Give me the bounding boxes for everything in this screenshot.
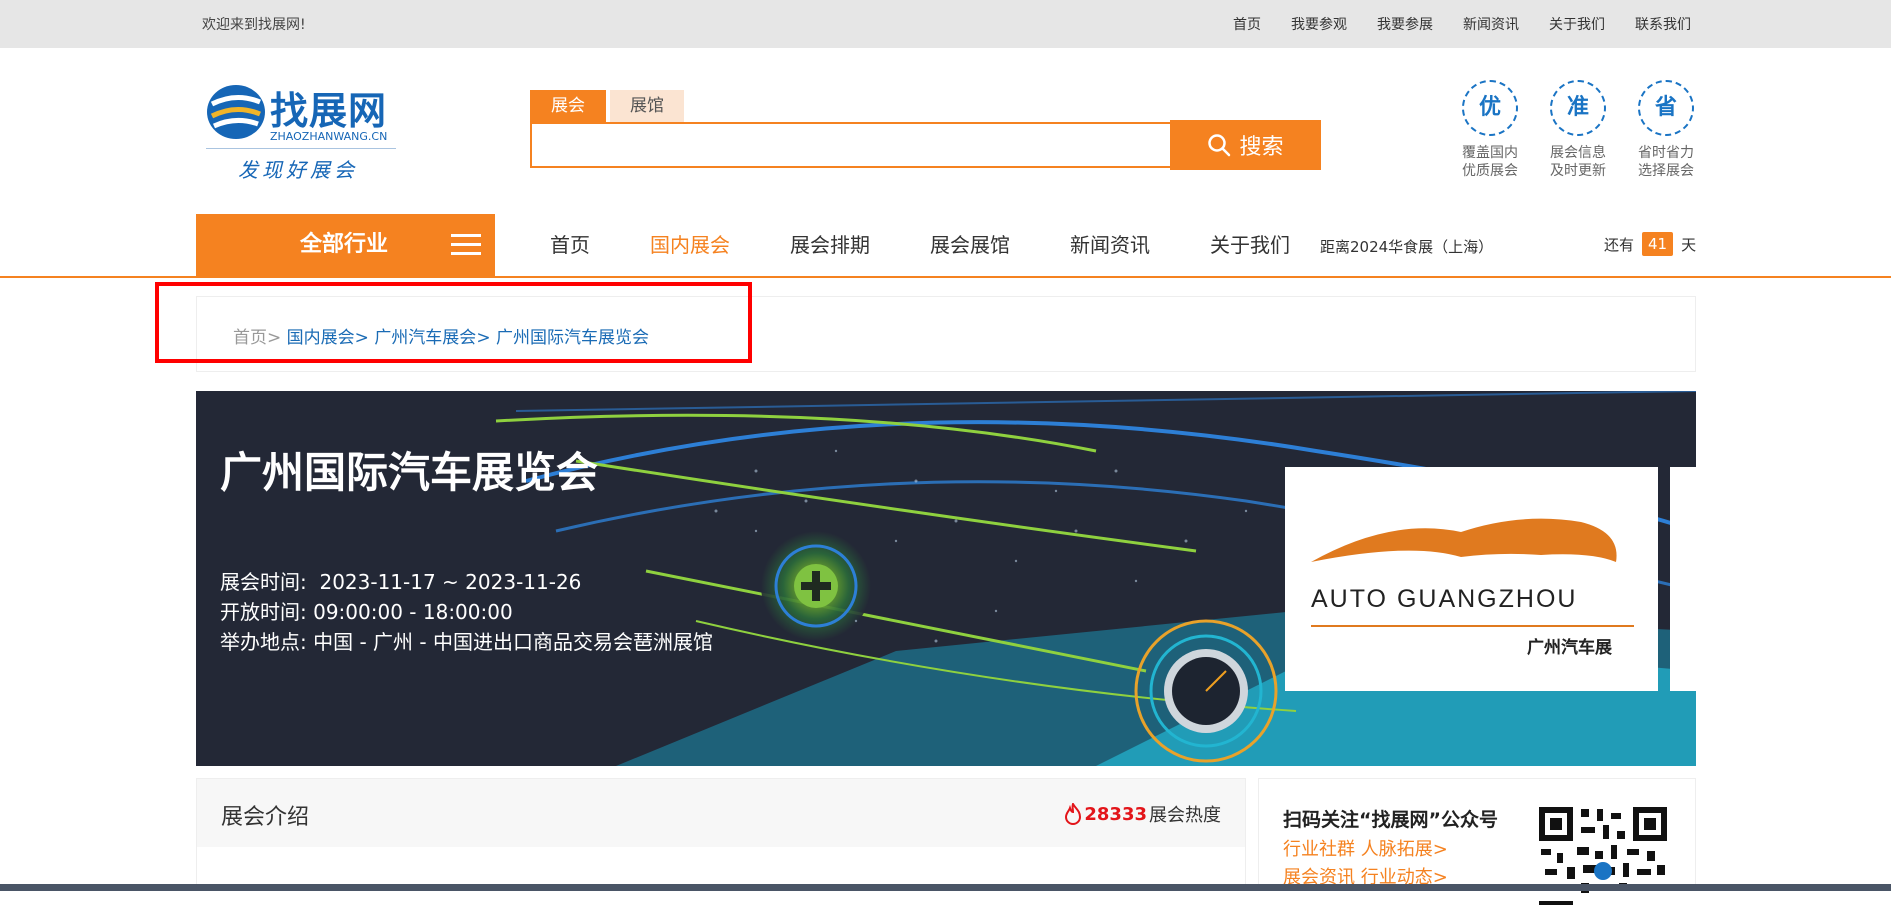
nav-item-about[interactable]: 关于我们 <box>1210 214 1290 276</box>
window-bottom-edge <box>0 884 1891 891</box>
search-input[interactable] <box>530 122 1170 168</box>
nav-item-home[interactable]: 首页 <box>550 214 590 276</box>
logo-divider <box>206 148 396 149</box>
nav-item-venues[interactable]: 展会展馆 <box>930 214 1010 276</box>
heat-label: 展会热度 <box>1149 805 1221 826</box>
welcome-text: 欢迎来到找展网! <box>202 17 306 33</box>
place-value: 中国 - 广州 - 中国进出口商品交易会琶洲展馆 <box>313 630 713 654</box>
intro-panel: 展会介绍 28333 展会热度 <box>196 778 1246 891</box>
banner-edge-strip <box>1670 467 1696 691</box>
quality-badge-icon: 优 <box>1462 80 1518 136</box>
main-nav: 全部行业 首页 国内展会 展会排期 展会展馆 新闻资讯 关于我们 距离2024华… <box>0 214 1891 278</box>
feature-accurate-line2: 及时更新 <box>1550 163 1606 179</box>
exhibition-logo-divider <box>1311 625 1634 627</box>
countdown-days-badge: 41 <box>1642 232 1674 256</box>
heat-indicator: 28333 展会热度 <box>1064 801 1221 827</box>
open-label: 开放时间: <box>220 600 307 624</box>
nav-item-news[interactable]: 新闻资讯 <box>1070 214 1150 276</box>
feature-save-line1: 省时省力 <box>1638 145 1694 161</box>
top-link-visit[interactable]: 我要参观 <box>1291 14 1347 34</box>
save-badge-icon: 省 <box>1638 80 1694 136</box>
logo-slogan: 发现好展会 <box>238 158 358 182</box>
countdown: 还有 41 天 <box>1604 232 1696 256</box>
all-industries-label: 全部行业 <box>300 232 389 257</box>
exhibition-banner: 广州国际汽车展览会 展会时间: 2023-11-17 ~ 2023-11-26 … <box>196 391 1696 766</box>
search-icon <box>1208 134 1231 157</box>
heat-value: 28333 <box>1084 803 1147 825</box>
qr-link-community[interactable]: 行业社群 人脉拓展> <box>1283 835 1448 861</box>
list-menu-icon <box>451 234 481 261</box>
feature-quality-line1: 覆盖国内 <box>1462 145 1518 161</box>
feature-save: 省 省时省力选择展会 <box>1635 80 1697 180</box>
countdown-suffix: 天 <box>1681 235 1697 254</box>
feature-quality: 优 覆盖国内优质展会 <box>1459 80 1521 180</box>
top-link-contact[interactable]: 联系我们 <box>1635 14 1691 34</box>
logo-domain: ZHAOZHANWANG.CN <box>270 130 388 143</box>
nav-items: 首页 国内展会 展会排期 展会展馆 新闻资讯 关于我们 <box>550 214 1315 276</box>
search-tab-venue[interactable]: 展馆 <box>610 90 684 122</box>
flame-icon <box>1065 803 1082 825</box>
time-label: 展会时间: <box>220 570 307 594</box>
top-link-home[interactable]: 首页 <box>1233 14 1261 34</box>
search-button[interactable]: 搜索 <box>1170 120 1321 170</box>
top-links: 首页 我要参观 我要参展 新闻资讯 关于我们 联系我们 <box>1233 14 1691 34</box>
accurate-badge-icon: 准 <box>1550 80 1606 136</box>
search-button-label: 搜索 <box>1239 135 1284 160</box>
top-bar: 欢迎来到找展网! 首页 我要参观 我要参展 新闻资讯 关于我们 联系我们 <box>0 0 1891 48</box>
nav-item-schedule[interactable]: 展会排期 <box>790 214 870 276</box>
site-logo[interactable]: 找展网 ZHAOZHANWANG.CN 发现好展会 <box>206 80 401 184</box>
search-tabs: 展会 展馆 <box>530 90 1321 122</box>
exhibition-logo-name: AUTO GUANGZHOU <box>1311 585 1578 613</box>
search-area: 展会 展馆 搜索 <box>530 90 1321 170</box>
search-tab-exhibition[interactable]: 展会 <box>530 90 606 122</box>
countdown-title[interactable]: 距离2024华食展（上海） <box>1320 236 1493 257</box>
time-value: 2023-11-17 ~ 2023-11-26 <box>319 570 582 594</box>
brush-stroke-logo-icon <box>1311 518 1617 562</box>
nav-item-domestic-exhibitions[interactable]: 国内展会 <box>650 214 730 276</box>
qr-title: 扫码关注“找展网”公众号 <box>1283 809 1498 831</box>
feature-accurate-line1: 展会信息 <box>1550 145 1606 161</box>
countdown-prefix: 还有 <box>1604 235 1635 254</box>
annotation-highlight-box <box>155 282 752 363</box>
top-link-news[interactable]: 新闻资讯 <box>1463 14 1519 34</box>
exhibition-info: 展会时间: 2023-11-17 ~ 2023-11-26 开放时间: 09:0… <box>220 567 713 657</box>
top-link-exhibit[interactable]: 我要参展 <box>1377 14 1433 34</box>
logo-globe-icon <box>207 85 265 139</box>
logo-brand: 找展网 <box>270 89 388 133</box>
feature-accurate: 准 展会信息及时更新 <box>1547 80 1609 180</box>
intro-title: 展会介绍 <box>221 805 310 830</box>
open-value: 09:00:00 - 18:00:00 <box>313 600 513 624</box>
exhibition-title: 广州国际汽车展览会 <box>220 448 599 497</box>
search-box: 搜索 <box>530 120 1321 170</box>
feature-badges: 优 覆盖国内优质展会 准 展会信息及时更新 省 省时省力选择展会 <box>1459 80 1697 180</box>
place-label: 举办地点: <box>220 630 307 654</box>
intro-header: 展会介绍 28333 展会热度 <box>197 779 1245 847</box>
feature-save-line2: 选择展会 <box>1638 163 1694 179</box>
top-link-about[interactable]: 关于我们 <box>1549 14 1605 34</box>
all-industries-button[interactable]: 全部行业 <box>196 214 495 276</box>
feature-quality-line2: 优质展会 <box>1462 163 1518 179</box>
exhibition-logo: AUTO GUANGZHOU 广州汽车展 <box>1285 467 1658 691</box>
wechat-qr-panel: 扫码关注“找展网”公众号 行业社群 人脉拓展> 展会资讯 行业动态> <box>1258 778 1696 905</box>
exhibition-logo-sub: 广州汽车展 <box>1527 638 1612 658</box>
